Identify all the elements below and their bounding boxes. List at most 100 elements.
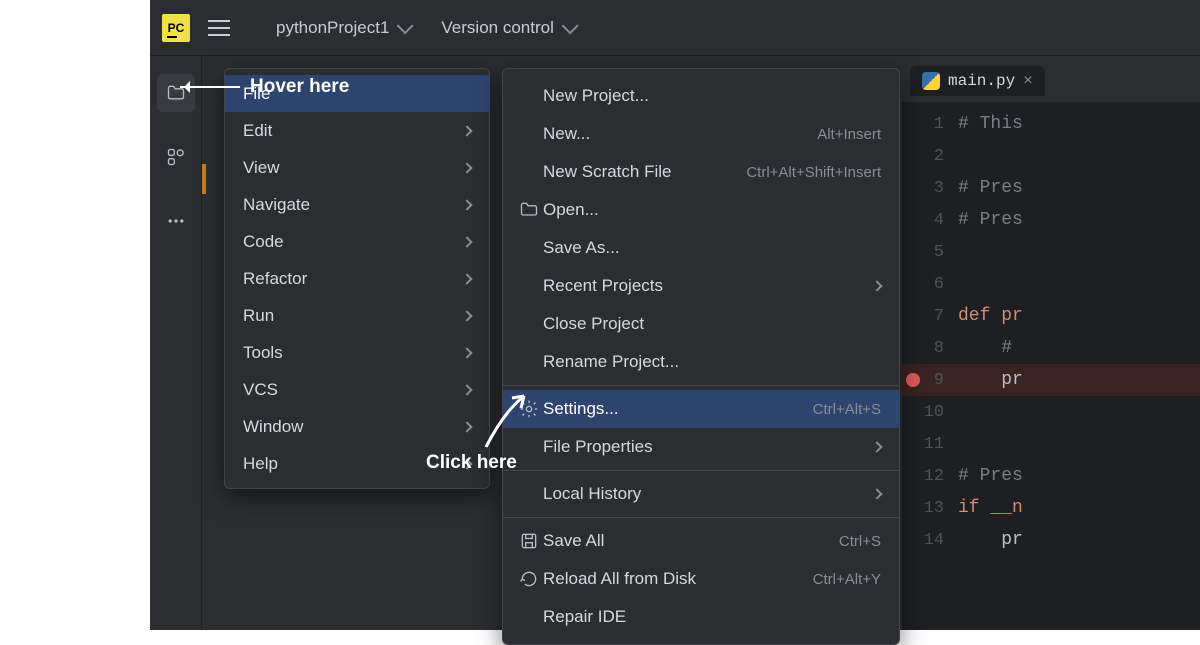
submenu-item-label: Recent Projects (543, 276, 873, 296)
submenu-item-new[interactable]: New...Alt+Insert (503, 115, 899, 153)
menu-item-label: Window (243, 417, 303, 437)
submenu-item-label: New Project... (543, 86, 881, 106)
folder-icon (515, 200, 543, 220)
submenu-item-new-project[interactable]: New Project... (503, 77, 899, 115)
dots-icon (166, 211, 186, 231)
project-selector[interactable]: pythonProject1 (276, 18, 409, 38)
menu-item-code[interactable]: Code (225, 223, 489, 260)
arrow-curve-icon (474, 392, 534, 462)
code-line[interactable]: 11 (902, 428, 1200, 460)
main-menu: FileEditViewNavigateCodeRefactorRunTools… (224, 68, 490, 489)
chevron-right-icon (461, 162, 472, 173)
pycharm-logo-icon: PC (162, 14, 190, 42)
breakpoint-icon[interactable] (906, 373, 920, 387)
submenu-item-rename-project[interactable]: Rename Project... (503, 343, 899, 381)
code-line[interactable]: 4# Pres (902, 204, 1200, 236)
structure-tool-button[interactable] (157, 138, 195, 176)
code-line[interactable]: 7def pr (902, 300, 1200, 332)
hamburger-icon[interactable] (208, 20, 230, 36)
topbar: PC pythonProject1 Version control (150, 0, 1200, 56)
line-number: 14 (902, 531, 958, 550)
submenu-item-shortcut: Ctrl+Alt+Y (813, 571, 881, 588)
submenu-item-label: Repair IDE (543, 607, 881, 627)
code-line[interactable]: 5 (902, 236, 1200, 268)
menu-item-refactor[interactable]: Refactor (225, 260, 489, 297)
folder-icon (519, 200, 539, 220)
code-line[interactable]: 13if __n (902, 492, 1200, 524)
menu-item-navigate[interactable]: Navigate (225, 186, 489, 223)
code-text: # This (958, 114, 1023, 134)
chevron-right-icon (871, 488, 882, 499)
submenu-item-label: Settings... (543, 399, 813, 419)
submenu-item-save-all[interactable]: Save AllCtrl+S (503, 522, 899, 560)
menu-item-label: Tools (243, 343, 283, 363)
chevron-right-icon (461, 421, 472, 432)
chevron-right-icon (871, 280, 882, 291)
line-number: 4 (902, 211, 958, 230)
save-icon (519, 531, 539, 551)
menu-item-label: Edit (243, 121, 272, 141)
menu-item-label: Navigate (243, 195, 310, 215)
code-line[interactable]: 12# Pres (902, 460, 1200, 492)
submenu-item-close-project[interactable]: Close Project (503, 305, 899, 343)
menu-item-tools[interactable]: Tools (225, 334, 489, 371)
code-line[interactable]: 8 # (902, 332, 1200, 364)
code-text: pr (958, 530, 1023, 550)
vcs-selector[interactable]: Version control (441, 18, 573, 38)
code-text: # Pres (958, 178, 1023, 198)
line-number: 10 (902, 403, 958, 422)
menu-item-view[interactable]: View (225, 149, 489, 186)
code-line[interactable]: 2 (902, 140, 1200, 172)
menu-item-label: Run (243, 306, 274, 326)
chevron-right-icon (461, 273, 472, 284)
submenu-item-new-scratch-file[interactable]: New Scratch FileCtrl+Alt+Shift+Insert (503, 153, 899, 191)
line-number: 12 (902, 467, 958, 486)
submenu-item-open[interactable]: Open... (503, 191, 899, 229)
annotation-hover: Hover here (180, 76, 349, 98)
submenu-item-repair-ide[interactable]: Repair IDE (503, 598, 899, 636)
submenu-item-label: Rename Project... (543, 352, 881, 372)
code-line[interactable]: 6 (902, 268, 1200, 300)
structure-icon (166, 147, 186, 167)
editor-tabs: main.py × (902, 60, 1200, 102)
submenu-item-file-properties[interactable]: File Properties (503, 428, 899, 466)
menu-item-window[interactable]: Window (225, 408, 489, 445)
code-text: # Pres (958, 210, 1023, 230)
line-number: 3 (902, 179, 958, 198)
submenu-item-settings[interactable]: Settings...Ctrl+Alt+S (503, 390, 899, 428)
submenu-item-label: Reload All from Disk (543, 569, 813, 589)
menu-item-run[interactable]: Run (225, 297, 489, 334)
project-name: pythonProject1 (276, 18, 389, 38)
submenu-item-label: New... (543, 124, 817, 144)
code-line[interactable]: 1# This (902, 108, 1200, 140)
submenu-item-local-history[interactable]: Local History (503, 475, 899, 513)
submenu-item-reload-all-from-disk[interactable]: Reload All from DiskCtrl+Alt+Y (503, 560, 899, 598)
submenu-item-shortcut: Ctrl+Alt+Shift+Insert (746, 164, 881, 181)
tab-main-py[interactable]: main.py × (910, 66, 1045, 96)
submenu-item-label: Local History (543, 484, 873, 504)
chevron-right-icon (461, 347, 472, 358)
submenu-item-shortcut: Alt+Insert (817, 126, 881, 143)
annotation-click: Click here (426, 452, 517, 474)
line-number: 5 (902, 243, 958, 262)
more-tool-button[interactable] (157, 202, 195, 240)
menu-item-edit[interactable]: Edit (225, 112, 489, 149)
line-number: 13 (902, 499, 958, 518)
close-icon[interactable]: × (1023, 72, 1033, 90)
chevron-right-icon (461, 384, 472, 395)
submenu-item-label: File Properties (543, 437, 873, 457)
code-line[interactable]: 14 pr (902, 524, 1200, 556)
menu-item-vcs[interactable]: VCS (225, 371, 489, 408)
line-number: 7 (902, 307, 958, 326)
chevron-right-icon (461, 236, 472, 247)
code-line[interactable]: 10 (902, 396, 1200, 428)
submenu-item-save-as[interactable]: Save As... (503, 229, 899, 267)
submenu-item-recent-projects[interactable]: Recent Projects (503, 267, 899, 305)
code-line[interactable]: 3# Pres (902, 172, 1200, 204)
tool-stripe (150, 56, 202, 630)
code-text: if __n (958, 498, 1023, 518)
menu-item-label: Help (243, 454, 278, 474)
code-line[interactable]: 9 pr (902, 364, 1200, 396)
chevron-right-icon (461, 199, 472, 210)
code-area[interactable]: 1# This23# Pres4# Pres567def pr8 # 9 pr1… (902, 102, 1200, 556)
